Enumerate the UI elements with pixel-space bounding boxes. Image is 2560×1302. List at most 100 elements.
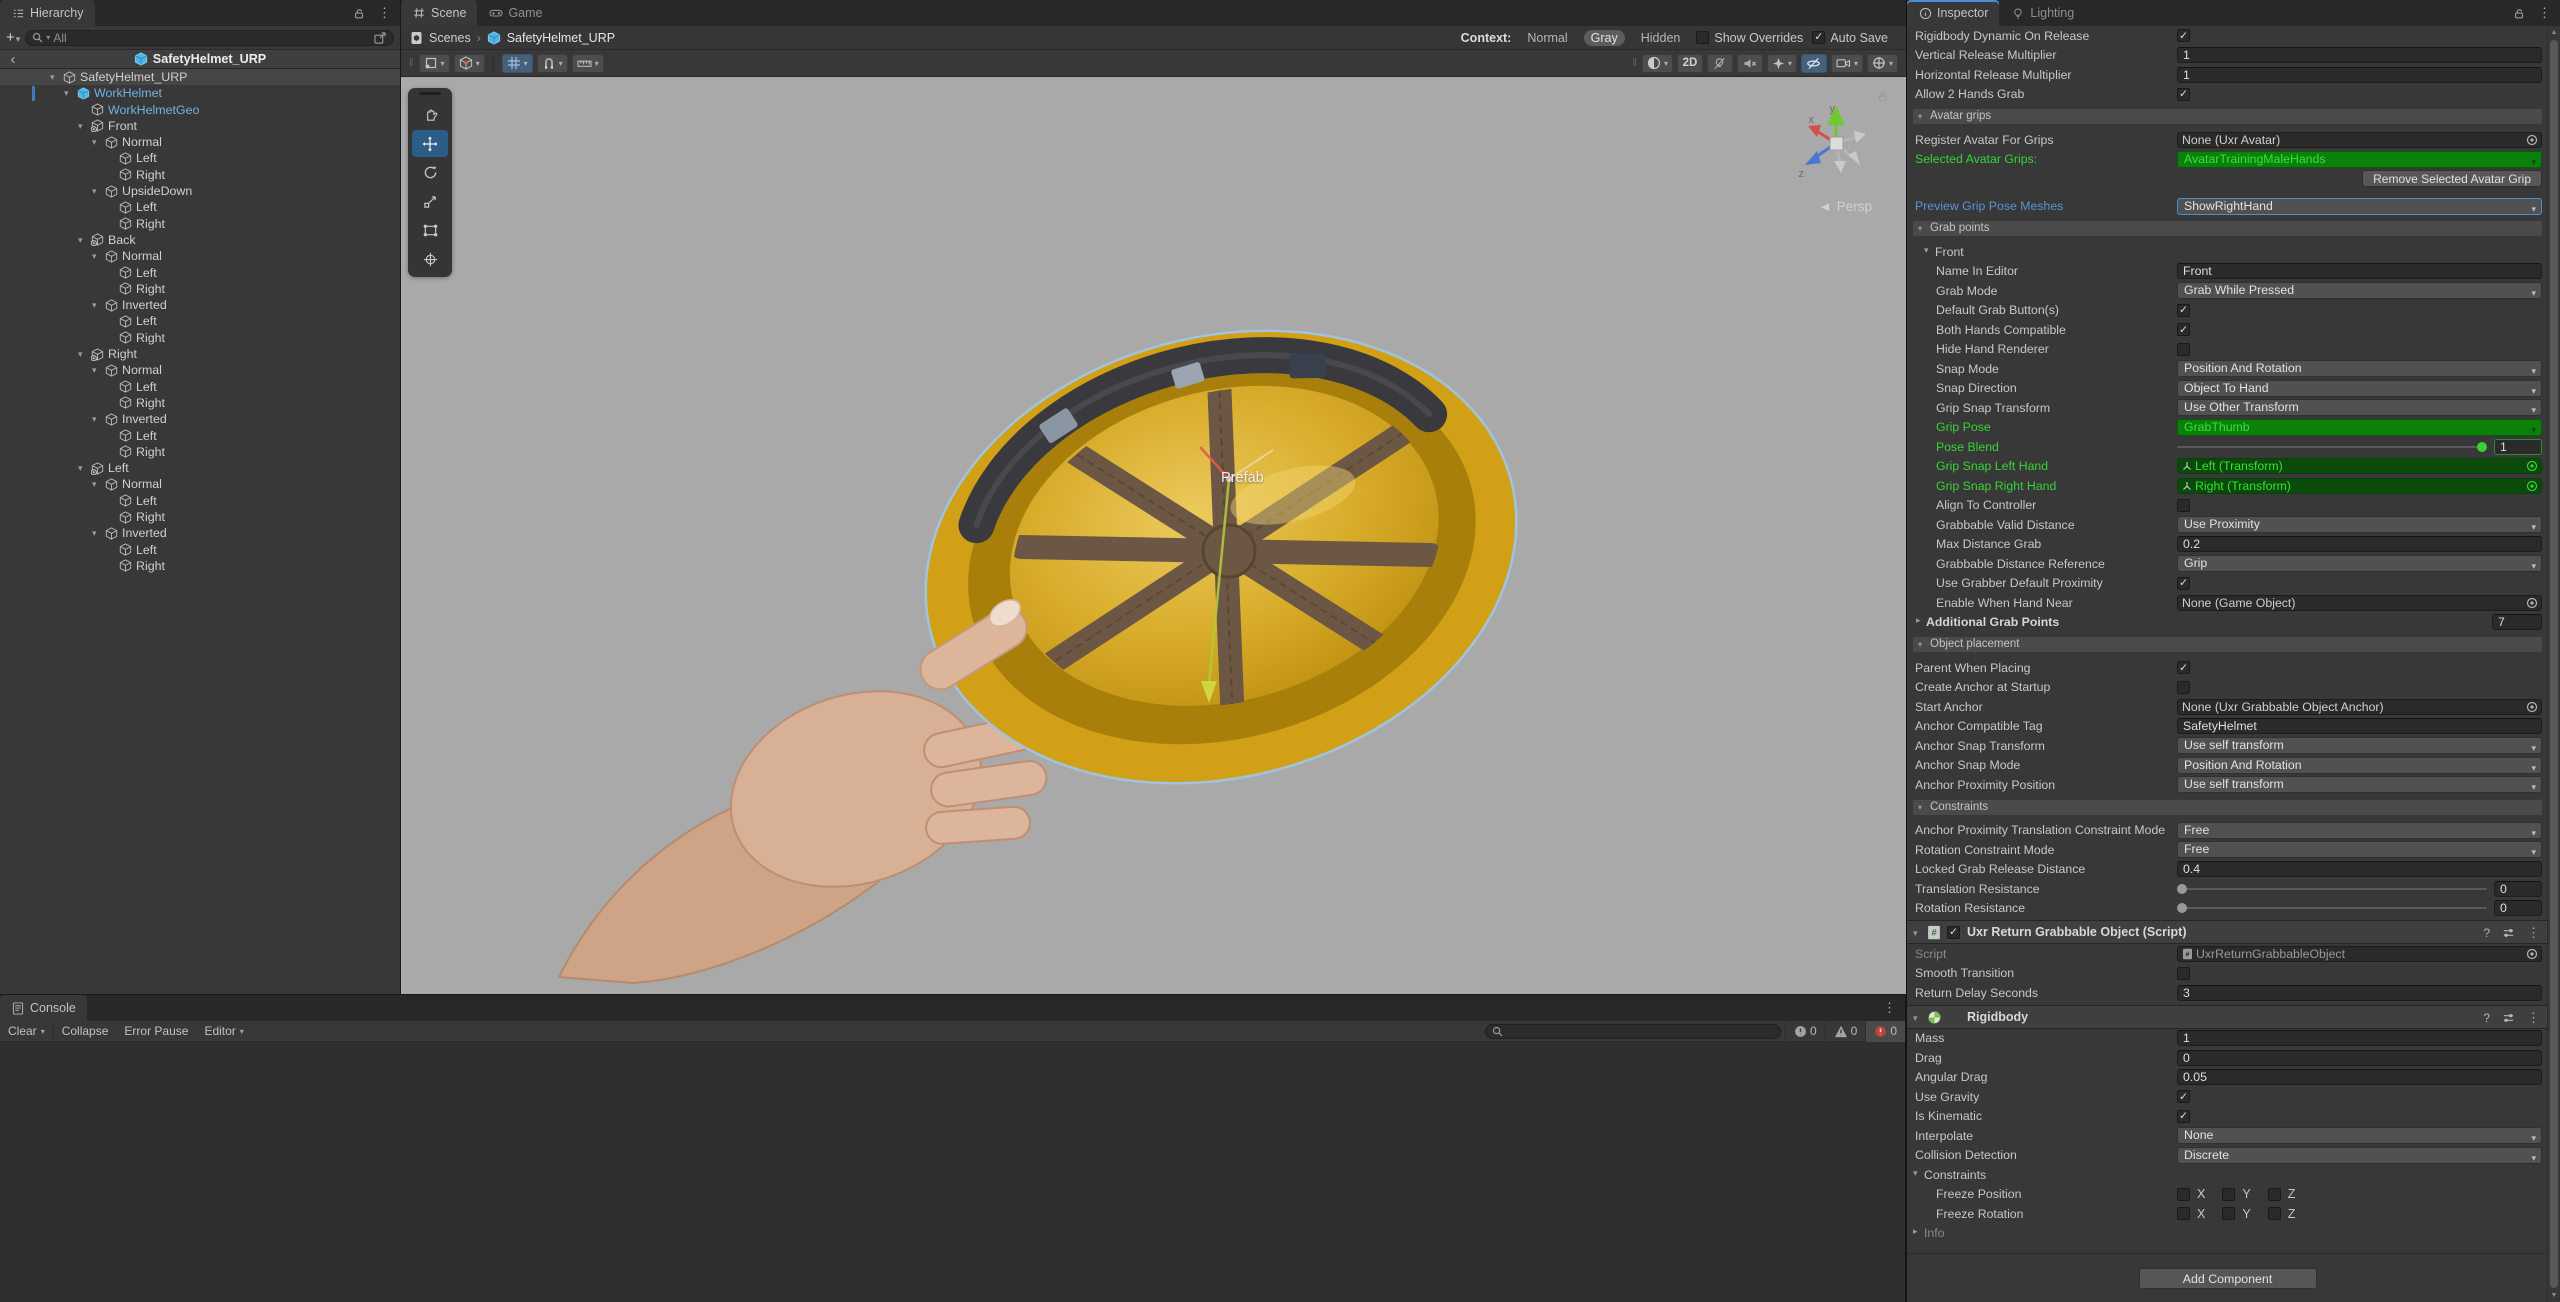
dropdown[interactable]: AvatarTrainingMaleHands▾ [2177,151,2542,168]
tree-item-right[interactable]: ▾Right [0,346,400,362]
foldout-arrow-icon[interactable]: ▾ [1913,928,1918,939]
effects-button[interactable]: ▾ [1767,54,1797,73]
checkbox[interactable] [2177,681,2190,694]
context-option-hidden[interactable]: Hidden [1634,30,1688,46]
remove-selected-avatar-grip-button[interactable]: Remove Selected Avatar Grip [2362,170,2542,187]
checkbox[interactable]: ✓ [2177,304,2190,317]
foldout-arrow-icon[interactable]: ▾ [92,411,97,427]
tree-item-normal[interactable]: ▾Normal [0,476,400,492]
tree-item-right[interactable]: Right [0,558,400,574]
slider-knob[interactable] [2177,884,2187,894]
kebab-menu-icon[interactable]: ⋮ [378,5,391,21]
freeze-z-checkbox[interactable] [2268,1207,2281,1220]
tree-item-inverted[interactable]: ▾Inverted [0,525,400,541]
tree-item-left[interactable]: Left [0,428,400,444]
auto-save-toggle[interactable]: ✓ Auto Save [1812,31,1888,45]
dropdown[interactable]: Object To Hand▾ [2177,380,2542,397]
text-field[interactable]: SafetyHelmet [2177,718,2542,734]
view-tool[interactable] [412,101,448,128]
tree-item-left[interactable]: Left [0,199,400,215]
tree-item-left[interactable]: Left [0,313,400,329]
console-warning-toggle[interactable]: 0 [1825,1021,1866,1042]
slider-track[interactable] [2177,907,2487,909]
freeze-y-checkbox[interactable] [2222,1207,2235,1220]
breadcrumb-current[interactable]: SafetyHelmet_URP [507,31,615,45]
orientation-gizmo[interactable]: y x z [1788,99,1884,195]
tree-item-left[interactable]: ▾Left [0,460,400,476]
object-field[interactable]: Left (Transform) [2177,458,2542,474]
move-tool[interactable] [412,130,448,157]
dropdown[interactable]: Free▾ [2177,841,2542,858]
dropdown[interactable]: GrabThumb▾ [2177,419,2542,436]
chevron-down-icon[interactable]: ▾ [1854,59,1858,68]
dropdown[interactable]: Position And Rotation▾ [2177,360,2542,377]
dropdown[interactable]: ShowRightHand▾ [2177,198,2542,215]
scene-viewport[interactable]: y x z ◄ Persp Prefab [401,77,1906,994]
scale-tool[interactable] [412,188,448,215]
tree-item-right[interactable]: Right [0,216,400,232]
console-editor-button[interactable]: Editor▾ [196,1021,251,1042]
tree-item-workhelmetgeo[interactable]: WorkHelmetGeo [0,102,400,118]
tree-item-safetyhelmet_urp[interactable]: ▾SafetyHelmet_URP [0,69,400,85]
object-picker-icon[interactable] [2526,460,2538,472]
text-field[interactable]: 0 [2177,1050,2542,1066]
toolbar-drag-handle[interactable]: ‖ [409,57,412,69]
console-error-toggle[interactable]: 0 [1865,1021,1905,1042]
presets-icon[interactable] [2502,927,2515,939]
tree-item-right[interactable]: Right [0,509,400,525]
presets-icon[interactable] [2502,1012,2515,1024]
chevron-down-icon[interactable]: ▾ [476,59,480,68]
dropdown[interactable]: Position And Rotation▾ [2177,757,2542,774]
tab-lighting[interactable]: Lighting [2000,0,2085,26]
add-component-button[interactable]: Add Component [2139,1268,2317,1289]
scroll-up-icon[interactable]: ▲ [2548,29,2560,36]
create-object-button[interactable]: +▾ [6,29,20,46]
checkbox[interactable] [2177,499,2190,512]
auto-save-checkbox[interactable]: ✓ [1812,31,1825,44]
lock-icon[interactable] [2512,6,2526,20]
foldout-arrow-icon[interactable]: ▾ [1913,1168,1918,1179]
object-field[interactable]: None (Uxr Grabbable Object Anchor) [2177,699,2542,715]
tab-scene[interactable]: Scene [401,0,477,26]
foldout-arrow-icon[interactable]: ▾ [78,232,83,248]
foldout-row[interactable]: ▸Info [1907,1224,2548,1244]
text-field[interactable]: 0.4 [2177,861,2542,877]
chevron-down-icon[interactable]: ▾ [1664,59,1668,68]
checkbox[interactable] [2177,343,2190,356]
dropdown[interactable]: Use self transform▾ [2177,776,2542,793]
tree-item-normal[interactable]: ▾Normal [0,134,400,150]
count-field[interactable]: 7 [2492,614,2542,630]
foldout-arrow-icon[interactable]: ▾ [92,525,97,541]
inspector-scrollbar[interactable]: ▲ ▼ [2547,26,2560,1302]
2d-toggle-button[interactable]: 2D [1677,54,1703,73]
chevron-down-icon[interactable]: ▾ [1788,59,1792,68]
object-field[interactable]: #UxrReturnGrabbableObject [2177,946,2542,962]
tree-item-left[interactable]: Left [0,150,400,166]
section-header-constraints[interactable]: ▾Constraints [1913,800,2542,815]
freeze-x-checkbox[interactable] [2177,1188,2190,1201]
foldout-arrow-icon[interactable]: ▾ [92,183,97,199]
foldout-arrow-icon[interactable]: ▾ [92,476,97,492]
slider-value-field[interactable]: 0 [2494,900,2542,916]
chevron-down-icon[interactable]: ▾ [559,59,563,68]
prefab-back-button[interactable]: ‹ [0,51,26,68]
chevron-down-icon[interactable]: ▾ [441,59,445,68]
console-log-area[interactable] [0,1042,1905,1302]
pick-window-icon[interactable] [373,31,387,45]
console-error-pause-button[interactable]: Error Pause [116,1021,196,1042]
snap-increment-button[interactable]: ▾ [572,54,604,73]
tree-item-left[interactable]: Left [0,542,400,558]
dropdown[interactable]: Grab While Pressed▾ [2177,282,2542,299]
checkbox[interactable] [2177,967,2190,980]
chevron-down-icon[interactable]: ▾ [524,59,528,68]
tree-item-workhelmet[interactable]: ▾WorkHelmet [0,85,400,101]
camera-settings-button[interactable]: ▾ [1831,54,1863,73]
text-field[interactable]: 1 [2177,1030,2542,1046]
foldout-arrow-icon[interactable]: ▾ [92,297,97,313]
dropdown[interactable]: Grip▾ [2177,555,2542,572]
rect-tool[interactable] [412,217,448,244]
object-picker-icon[interactable] [2526,948,2538,960]
freeze-y-checkbox[interactable] [2222,1188,2235,1201]
perspective-toggle[interactable]: ◄ Persp [1818,199,1872,214]
tree-item-left[interactable]: Left [0,265,400,281]
